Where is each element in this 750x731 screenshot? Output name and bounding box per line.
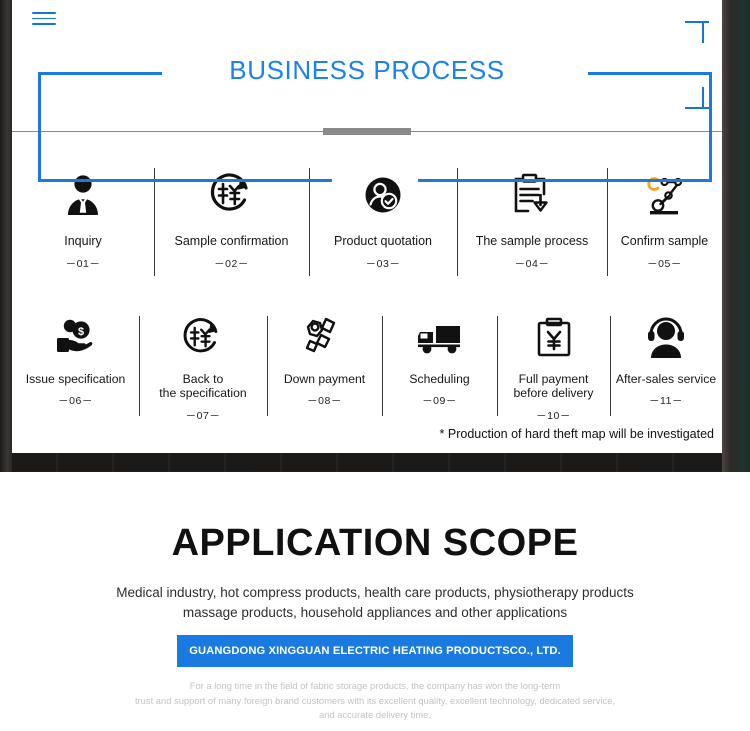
step-number: －09－ [422,395,457,408]
step-number: －04－ [514,257,550,270]
headset-person-icon [642,312,690,364]
corner-bracket-top-right-icon [685,13,713,43]
frame-top-right-segment [588,72,712,75]
truck-icon [414,312,466,364]
footer-line-2: trust and support of many foreign brand … [134,694,616,706]
step-label: Confirm sample [620,234,709,248]
step-number: －01－ [65,257,101,270]
step-label: The sample process [475,234,589,248]
footer-line-1: For a long time in the field of fabric s… [189,680,561,691]
footer-note: For a long time in the field of fabric s… [0,679,750,723]
coins-icon [300,312,350,364]
frame-top-left-segment [38,72,162,75]
scope-frame [38,72,712,182]
application-scope-description: Medical industry, hot compress products,… [0,583,750,622]
hand-money-icon: $ [51,312,101,364]
process-row-2: $ Issue specification －06－ Back to the s… [12,298,722,438]
step-label: Issue specification [25,372,126,386]
scope-description-line-2: massage products, household appliances a… [182,604,568,620]
frame-bottom-right-segment [418,179,712,182]
step-label: Scheduling [409,372,470,386]
footer-line-3: and accurate delivery time. [318,709,432,721]
hamburger-line [32,17,56,20]
production-footnote: * Production of hard theft map will be i… [439,427,714,441]
frame-bottom-left-segment [38,179,332,182]
step-label: Down payment [283,372,366,386]
process-step-08[interactable]: Down payment －08－ [267,298,382,438]
step-number: －02－ [214,257,249,270]
bracket-horizontal [685,21,709,23]
process-step-10[interactable]: Full payment before delivery －10－ [497,298,610,438]
step-number: －10－ [536,409,571,422]
hamburger-icon[interactable] [32,12,56,26]
step-number: －06－ [58,395,93,408]
sample-recycle-icon [179,312,227,364]
process-step-07[interactable]: Back to the specification －07－ [139,298,267,438]
step-number: －07－ [185,409,221,422]
step-label: Back to the specification [159,372,247,401]
hamburger-line [32,12,56,14]
step-label: Inquiry [64,234,102,248]
process-step-09[interactable]: Scheduling －09－ [382,298,497,438]
step-label: After-sales service [615,372,717,386]
backdrop-left-edge [0,0,12,472]
company-name-button[interactable]: GUANGDONG XINGGUAN ELECTRIC HEATING PROD… [177,635,573,667]
step-label: Product quotation [334,234,432,248]
business-process-card: BUSINESS PROCESS Inquiry －01－ Sample con… [12,0,722,453]
business-process-section: BUSINESS PROCESS Inquiry －01－ Sample con… [0,0,750,472]
step-label: Full payment before delivery [513,372,594,401]
process-step-11[interactable]: After-sales service －11－ [610,298,722,438]
step-number: －08－ [307,395,342,408]
step-number: －11－ [649,395,683,408]
step-label: Sample confirmation [174,234,289,248]
backdrop-right-edge [722,0,750,472]
bracket-vertical [702,21,704,43]
svg-text:$: $ [77,326,83,338]
step-number: －03－ [365,257,401,270]
process-step-06[interactable]: $ Issue specification －06－ [12,298,139,438]
frame-left-segment [38,72,41,182]
scope-description-line-1: Medical industry, hot compress products,… [116,585,634,600]
step-number: －05－ [647,257,682,270]
frame-right-segment [709,72,712,182]
process-steps: Inquiry －01－ Sample confirmation －02－ Pr… [12,150,722,438]
application-scope-title: APPLICATION SCOPE [171,522,579,564]
clipboard-yen-icon [533,312,575,364]
hamburger-line [32,23,56,25]
